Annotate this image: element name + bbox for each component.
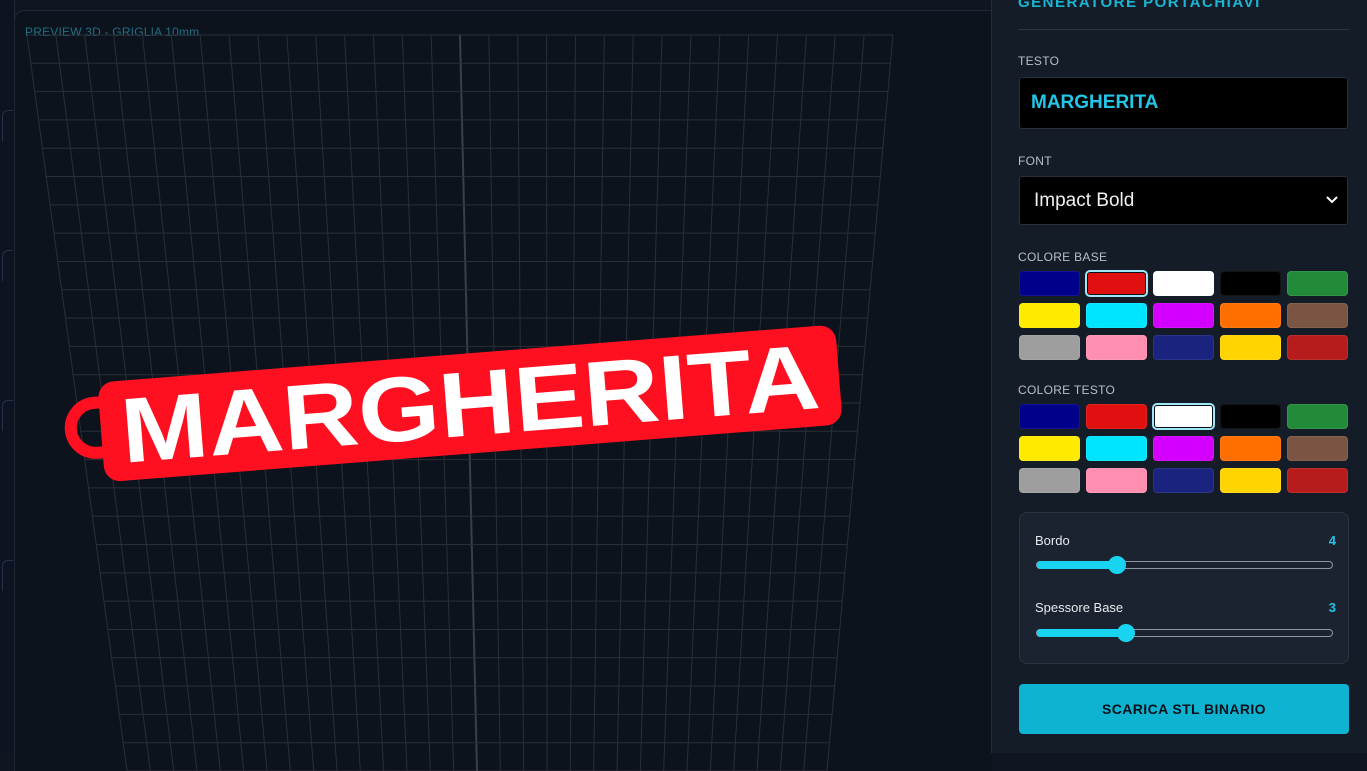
base-color-swatches [1019,271,1350,360]
text-color-swatch[interactable] [1220,468,1281,493]
spessore-base-value: 3 [1329,600,1336,615]
text-color-swatch[interactable] [1153,436,1214,461]
base-color-swatch[interactable] [1019,271,1080,296]
preview-3d-viewport[interactable]: PREVIEW 3D - GRIGLIA 10mm MARGHERITA [14,10,992,771]
edge-notch [2,400,13,431]
slider-card: Bordo 4 Spessore Base 3 [1019,512,1349,664]
panel-title: GENERATORE PORTACHIAVI [1018,0,1261,11]
base-color-swatch[interactable] [1019,335,1080,360]
text-input[interactable]: MARGHERITA [1019,77,1348,129]
text-color-swatch[interactable] [1086,404,1147,429]
base-color-label: COLORE BASE [1018,250,1107,264]
download-stl-button[interactable]: SCARICA STL BINARIO [1019,684,1349,734]
text-color-swatches [1019,404,1350,493]
base-color-swatch[interactable] [1153,271,1214,296]
text-color-swatch[interactable] [1287,468,1348,493]
text-color-swatch[interactable] [1220,404,1281,429]
settings-panel: GENERATORE PORTACHIAVI TESTO MARGHERITA … [991,0,1367,753]
base-color-swatch[interactable] [1287,271,1348,296]
base-color-swatch[interactable] [1220,335,1281,360]
text-color-swatch[interactable] [1019,436,1080,461]
text-color-swatch[interactable] [1287,404,1348,429]
font-label: FONT [1018,154,1052,168]
text-color-swatch[interactable] [1153,404,1214,429]
text-color-swatch[interactable] [1019,468,1080,493]
spessore-base-slider-thumb[interactable] [1117,624,1135,642]
base-color-swatch[interactable] [1153,335,1214,360]
base-color-swatch[interactable] [1287,303,1348,328]
base-color-swatch[interactable] [1220,303,1281,328]
text-color-swatch[interactable] [1220,436,1281,461]
text-color-swatch[interactable] [1153,468,1214,493]
spessore-base-slider[interactable] [1036,629,1333,637]
spessore-base-label: Spessore Base [1035,600,1123,615]
left-edge-strip [0,0,15,753]
edge-notch [2,250,13,281]
edge-notch [2,110,13,141]
chevron-down-icon [1325,193,1339,207]
base-color-swatch[interactable] [1287,335,1348,360]
text-color-swatch[interactable] [1086,468,1147,493]
text-color-swatch[interactable] [1086,436,1147,461]
text-color-swatch[interactable] [1287,436,1348,461]
font-select-value: Impact Bold [1034,190,1134,211]
bordo-label: Bordo [1035,533,1070,548]
text-color-swatch[interactable] [1019,404,1080,429]
base-color-swatch[interactable] [1086,335,1147,360]
grid-and-keychain: MARGHERITA [15,11,992,771]
text-color-label: COLORE TESTO [1018,383,1115,397]
font-select[interactable]: Impact Bold [1019,176,1348,225]
base-color-swatch[interactable] [1086,271,1147,296]
base-color-swatch[interactable] [1220,271,1281,296]
base-color-swatch[interactable] [1086,303,1147,328]
bordo-slider-thumb[interactable] [1108,556,1126,574]
base-color-swatch[interactable] [1153,303,1214,328]
text-label: TESTO [1018,54,1059,68]
title-divider [1018,29,1349,30]
bordo-slider[interactable] [1036,561,1333,569]
bordo-slider-fill [1037,561,1117,569]
spessore-base-slider-fill [1037,629,1126,637]
bordo-value: 4 [1329,533,1336,548]
base-color-swatch[interactable] [1019,303,1080,328]
edge-notch [2,560,13,591]
